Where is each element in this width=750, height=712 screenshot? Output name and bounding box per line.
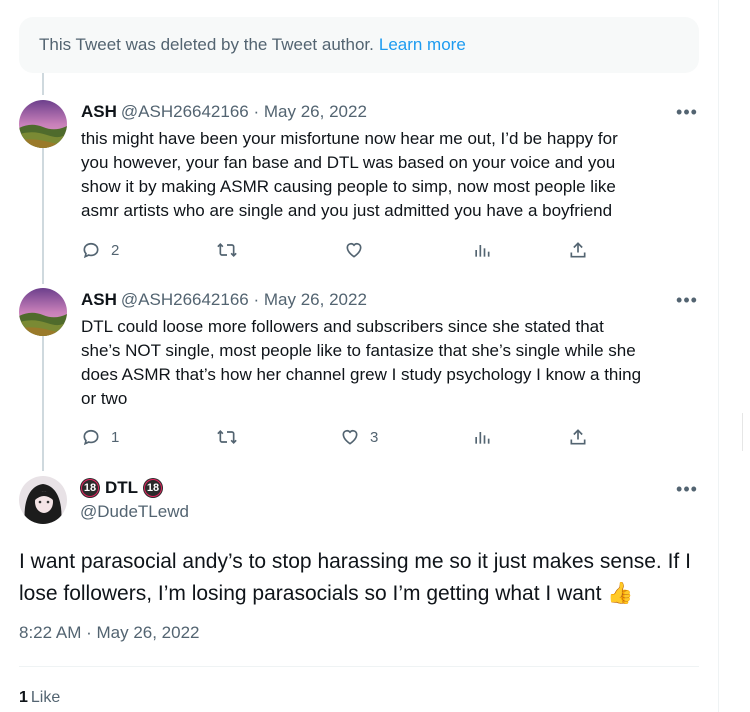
avatar[interactable]: [19, 476, 67, 524]
share-icon: [570, 242, 586, 258]
tweet-text: this might have been your misfortune now…: [81, 127, 701, 223]
tweet-text-line: show it by making ASMR causing people to…: [81, 177, 616, 196]
reply-count: 1: [111, 428, 120, 446]
tweet-text-line: she’s NOT single, most people like to fa…: [81, 341, 636, 360]
column-divider: [718, 0, 719, 712]
author-name[interactable]: DTL: [105, 478, 138, 498]
tweet-text-line: asmr artists who are single and you just…: [81, 201, 613, 220]
share-button[interactable]: [568, 427, 588, 447]
tweet-text: I want parasocial andy’s to stop harassi…: [19, 546, 709, 610]
avatar[interactable]: [19, 288, 67, 336]
tweet-text-line: or two: [81, 389, 128, 408]
reply-icon: [83, 429, 99, 446]
reply-button[interactable]: 2: [81, 240, 119, 260]
tweet-text-line: you however, your fan base and DTL was b…: [81, 153, 616, 172]
reply-header: ASH @ASH26642166 · May 26, 2022: [81, 102, 367, 122]
retweet-icon: [217, 242, 237, 258]
tweet-date[interactable]: · May 26, 2022: [254, 102, 367, 121]
thread-connector: [42, 73, 44, 95]
tweet-text-line: does ASMR that’s how her channel grew I …: [81, 365, 642, 384]
tweet-text-fragment: lose followers, I’m losing parasocials s…: [19, 582, 602, 605]
author-name-row: 18 DTL 18: [80, 478, 164, 498]
like-button[interactable]: [344, 240, 364, 260]
thumbs-up-emoji: 👍: [607, 582, 634, 605]
author-handle[interactable]: @ASH26642166: [121, 290, 249, 309]
tweet-text-line: I want parasocial andy’s to stop harassi…: [19, 550, 691, 573]
views-icon: [475, 432, 490, 444]
like-button[interactable]: 3: [340, 427, 378, 447]
tweet-date[interactable]: · May 26, 2022: [254, 290, 367, 309]
more-dots-icon[interactable]: •••: [676, 290, 698, 310]
learn-more-link[interactable]: Learn more: [379, 35, 466, 55]
more-dots-icon[interactable]: •••: [676, 102, 698, 122]
like-icon: [346, 242, 362, 258]
tweet-text-line: DTL could loose more followers and subsc…: [81, 317, 604, 336]
age-badge-icon: 18: [80, 478, 100, 498]
like-label: Like: [30, 689, 61, 706]
reply-count: 2: [111, 241, 120, 259]
age-badge-icon: 18: [143, 478, 164, 498]
views-button[interactable]: [472, 240, 492, 260]
author-handle[interactable]: @DudeTLewd: [80, 502, 189, 522]
tweet-text-line: lose followers, I’m losing parasocials s…: [19, 578, 709, 610]
retweet-button[interactable]: [216, 240, 238, 260]
retweet-button[interactable]: [216, 427, 238, 447]
reply-header: ASH @ASH26642166 · May 26, 2022: [81, 290, 367, 310]
share-button[interactable]: [568, 240, 588, 260]
avatar[interactable]: [19, 100, 67, 148]
views-button[interactable]: [472, 427, 492, 447]
deleted-tweet-notice: This Tweet was deleted by the Tweet auth…: [19, 17, 699, 73]
sidebar-edge: [742, 413, 743, 451]
more-dots-icon[interactable]: •••: [676, 479, 698, 499]
divider: [19, 666, 699, 667]
reply-button[interactable]: 1: [81, 427, 119, 447]
likes-stat[interactable]: 1 Like: [19, 689, 60, 707]
tweet-text-line: this might have been your misfortune now…: [81, 129, 618, 148]
thread-connector: [42, 336, 44, 471]
tweet-thread: This Tweet was deleted by the Tweet auth…: [0, 0, 718, 712]
thread-connector: [42, 148, 44, 284]
tweet-text: DTL could loose more followers and subsc…: [81, 315, 701, 411]
deleted-notice-text: This Tweet was deleted by the Tweet auth…: [39, 35, 374, 54]
retweet-icon: [217, 429, 237, 445]
author-handle[interactable]: @ASH26642166: [121, 102, 249, 121]
reply-icon: [83, 242, 99, 259]
author-name[interactable]: ASH: [81, 290, 117, 309]
share-icon: [570, 429, 586, 445]
author-name[interactable]: ASH: [81, 102, 117, 121]
views-icon: [475, 245, 490, 257]
tweet-timestamp[interactable]: 8:22 AM · May 26, 2022: [19, 623, 200, 643]
like-count: 1: [19, 689, 28, 706]
like-icon: [342, 429, 358, 445]
like-count: 3: [370, 428, 379, 446]
